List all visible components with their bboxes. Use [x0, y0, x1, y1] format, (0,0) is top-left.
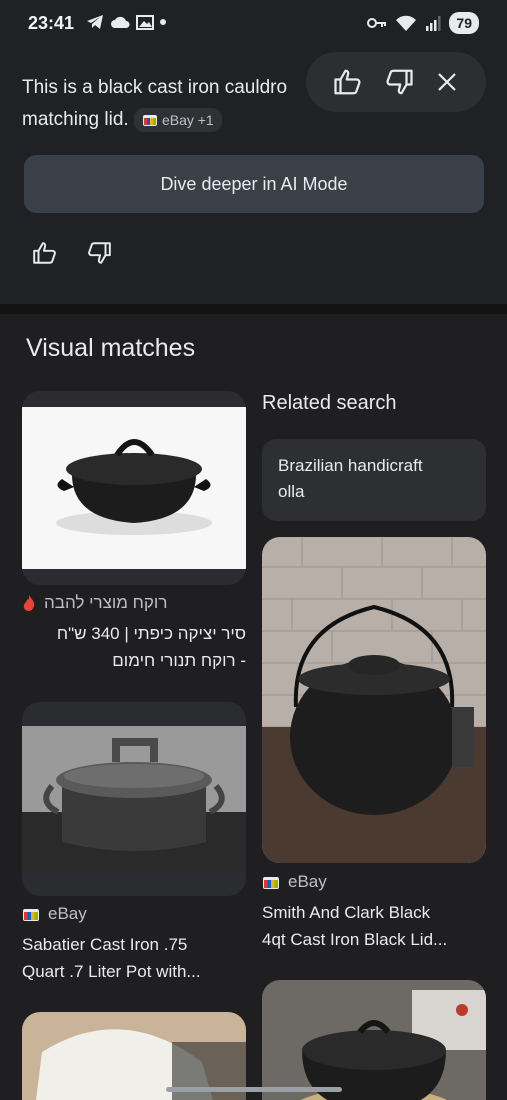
status-bar: 23:41 79	[0, 0, 507, 48]
status-time: 23:41	[28, 13, 75, 33]
wifi-icon	[396, 15, 417, 31]
source-chip-label: eBay +1	[161, 111, 214, 128]
cauldron-image	[262, 537, 486, 863]
feedback-popup	[306, 52, 486, 112]
ai-overview-text: This is a black cast iron cauldro matchi…	[22, 72, 322, 136]
result-source-label: רוקח מוצרי להבה	[44, 593, 168, 612]
result-source: eBay	[262, 872, 327, 892]
thumbs-up-icon[interactable]	[333, 67, 363, 97]
source-chip[interactable]: eBay +1	[133, 107, 222, 132]
thumbs-up-icon[interactable]	[32, 240, 58, 266]
ebay-icon	[263, 877, 279, 889]
ai-overview: This is a black cast iron cauldro matchi…	[0, 48, 507, 304]
related-search-chip[interactable]: Brazilian handicraft olla	[262, 439, 486, 521]
visual-matches-title: Visual matches	[26, 334, 196, 362]
ai-mode-button[interactable]: Dive deeper in AI Mode	[24, 155, 484, 213]
cast-iron-pot-image	[262, 980, 486, 1100]
result-image[interactable]	[262, 980, 486, 1100]
thumbs-down-icon[interactable]	[384, 67, 414, 97]
result-title[interactable]: סיר יציקה כיפתי | 340 ש"ח - רוקח תנורי ח…	[22, 620, 246, 674]
result-source-label: eBay	[288, 872, 327, 891]
cast-iron-pot-image	[22, 726, 246, 872]
result-title[interactable]: Smith And Clark Black 4qt Cast Iron Blac…	[262, 899, 492, 953]
result-title-line2: Quart .7 Liter Pot with...	[22, 962, 201, 981]
ebay-icon	[23, 909, 39, 921]
result-title-line1: Smith And Clark Black	[262, 903, 431, 922]
home-indicator[interactable]	[166, 1087, 342, 1092]
related-search-title: Related search	[262, 392, 397, 414]
cloud-icon	[111, 16, 130, 28]
signal-icon	[426, 16, 441, 31]
section-divider	[0, 304, 507, 314]
ai-feedback-row	[32, 240, 112, 266]
telegram-icon	[87, 15, 103, 29]
result-image[interactable]	[262, 537, 486, 863]
result-title-line1: סיר יציקה כיפתי | 340 ש"ח	[56, 624, 246, 643]
photo-icon	[136, 15, 154, 30]
result-title-line2: 4qt Cast Iron Black Lid...	[262, 930, 448, 949]
result-title[interactable]: Sabatier Cast Iron .75 Quart .7 Liter Po…	[22, 931, 246, 985]
result-image[interactable]	[22, 391, 246, 585]
result-image[interactable]	[22, 702, 246, 896]
cast-iron-pot-image	[22, 407, 246, 569]
ai-text-line2: matching lid.	[22, 109, 129, 130]
ebay-icon	[142, 114, 157, 126]
notification-dot	[160, 19, 166, 25]
result-source: eBay	[22, 904, 87, 924]
key-icon	[367, 18, 387, 28]
thumbs-down-icon[interactable]	[86, 240, 112, 266]
related-chip-line1: Brazilian handicraft	[278, 456, 423, 475]
result-source-label: eBay	[48, 904, 87, 923]
result-source: רוקח מוצרי להבה	[22, 593, 167, 613]
result-title-line1: Sabatier Cast Iron .75	[22, 935, 188, 954]
fire-icon	[23, 595, 35, 611]
result-title-line2: - רוקח תנורי חימום	[112, 651, 246, 670]
battery-indicator: 79	[449, 12, 479, 34]
related-chip-line2: olla	[278, 482, 305, 501]
close-icon[interactable]	[435, 70, 459, 94]
ai-text-line1: This is a black cast iron cauldro	[22, 77, 288, 98]
